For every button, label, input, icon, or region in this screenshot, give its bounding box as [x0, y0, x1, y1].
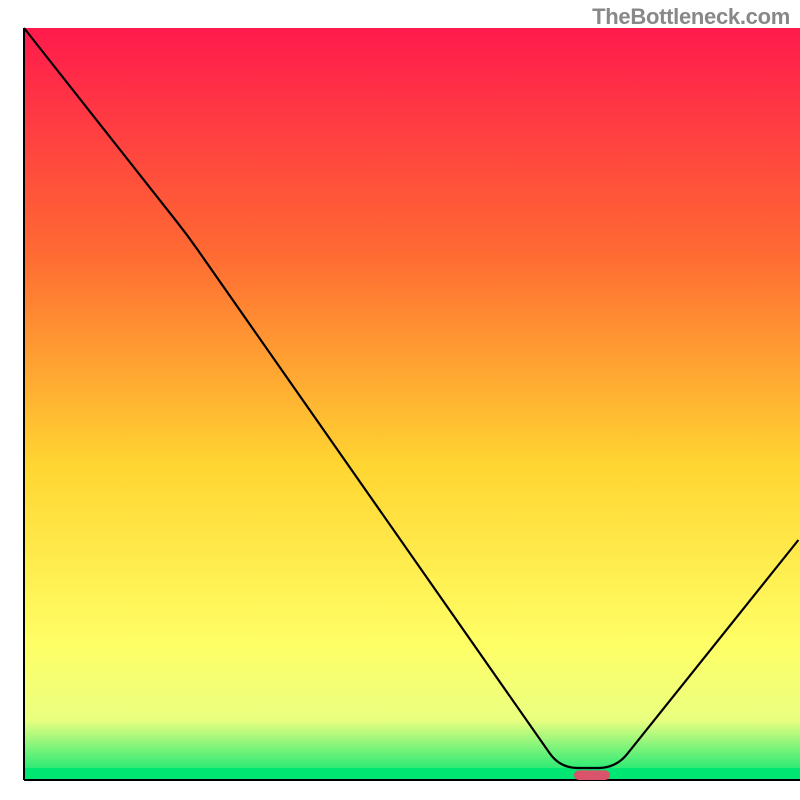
gradient-background — [24, 28, 800, 780]
optimal-marker — [574, 770, 610, 780]
watermark-text: TheBottleneck.com — [592, 4, 790, 30]
green-baseline — [24, 768, 800, 780]
bottleneck-chart: TheBottleneck.com — [0, 0, 800, 800]
chart-svg — [0, 0, 800, 800]
